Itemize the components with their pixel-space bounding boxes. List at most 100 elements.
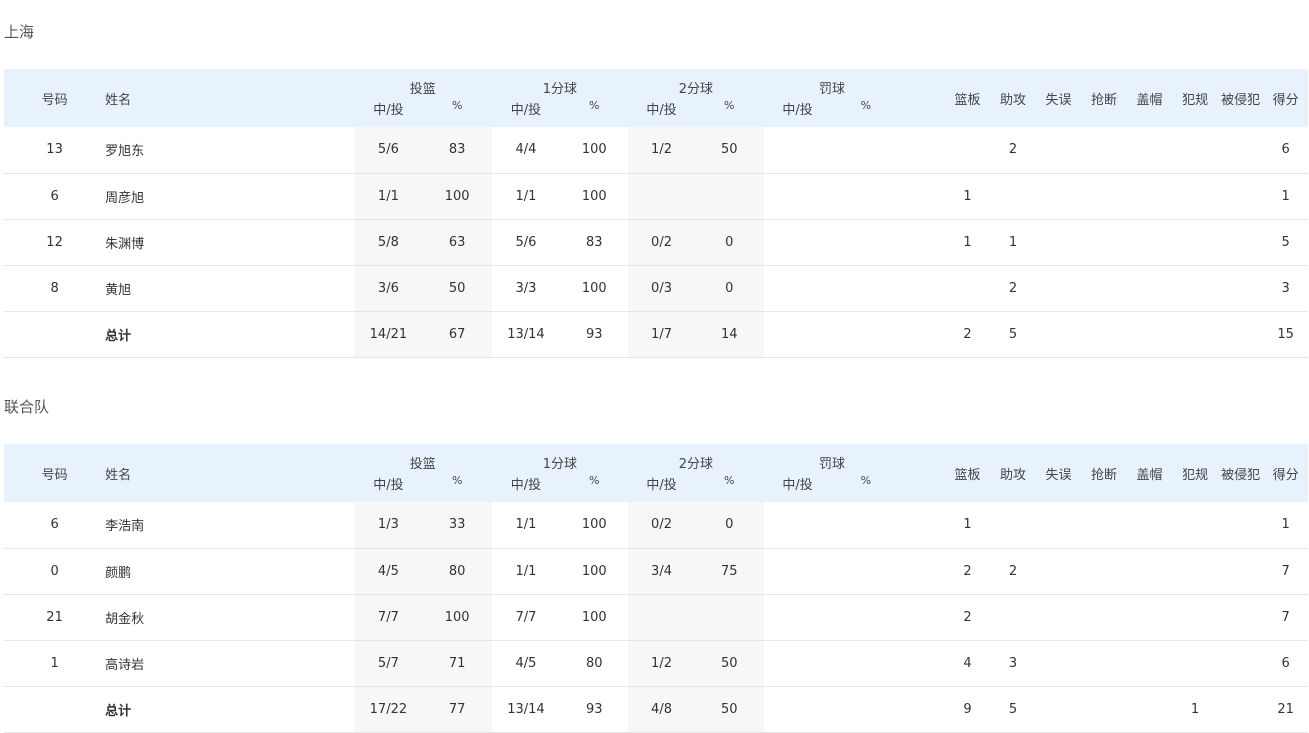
cell-two: 1/2	[628, 127, 695, 173]
total-row: 总计 17/22 77 13/14 93 4/8 50 9 5 1 21	[4, 686, 1308, 732]
player-row: 6 李浩南 1/3 33 1/1 100 0/2 0 1 1	[4, 502, 1308, 548]
header-spacer	[900, 69, 945, 127]
header-name: 姓名	[105, 467, 132, 483]
cell-tov	[1036, 173, 1082, 219]
cell-reb: 2	[963, 563, 972, 579]
cell-one-pct: 83	[585, 234, 603, 250]
cell-pts: 6	[1281, 655, 1290, 671]
header-percentage: %	[724, 474, 735, 487]
cell-stl	[1081, 311, 1127, 357]
cell-ft	[764, 502, 832, 548]
cell-pts: 21	[1277, 701, 1294, 717]
header-assists: 助攻	[1000, 467, 1027, 483]
cell-ft	[764, 686, 832, 732]
cell-two: 3/4	[628, 548, 695, 594]
cell-pts: 1	[1281, 188, 1290, 204]
header-one-pointers: 1分球	[542, 457, 577, 472]
cell-one-pct: 100	[581, 142, 607, 158]
header-free-throws: 罚球	[818, 82, 845, 97]
cell-one-pct: 80	[585, 655, 603, 671]
cell-pf	[1172, 127, 1218, 173]
header-points: 得分	[1272, 467, 1299, 483]
cell-fg: 1/3	[354, 502, 423, 548]
cell-reb: 1	[963, 517, 972, 533]
cell-pf	[1172, 265, 1218, 311]
header-made-attempted: 中/投	[782, 103, 813, 118]
cell-ft-pct	[831, 640, 900, 686]
cell-fg-pct: 33	[422, 502, 492, 548]
cell-one: 5/6	[515, 234, 537, 250]
header-fouled: 被侵犯	[1221, 467, 1261, 483]
player-row: 12 朱渊博 5/8 63 5/6 83 0/2 0 1 1 5	[4, 219, 1308, 265]
cell-reb	[945, 127, 991, 173]
cell-ft	[764, 594, 832, 640]
spacer-cell	[900, 686, 945, 732]
header-steals: 抢断	[1091, 92, 1118, 108]
cell-name: 李浩南	[105, 519, 145, 535]
cell-pf	[1172, 219, 1218, 265]
cell-two: 0/2	[628, 502, 695, 548]
cell-fg-pct: 50	[422, 265, 492, 311]
cell-pts: 6	[1281, 142, 1290, 158]
header-turnovers: 失误	[1045, 467, 1072, 483]
cell-fg: 1/1	[354, 173, 423, 219]
header-rebounds: 篮板	[954, 92, 981, 108]
cell-blk	[1127, 219, 1173, 265]
cell-two: 0/3	[628, 265, 695, 311]
cell-ft	[764, 640, 832, 686]
cell-ast	[990, 173, 1036, 219]
cell-blk	[1127, 686, 1173, 732]
cell-ast: 2	[1008, 142, 1018, 158]
cell-ast: 2	[1008, 563, 1018, 579]
cell-one: 4/5	[515, 655, 537, 671]
cell-pts: 7	[1281, 563, 1290, 579]
cell-one: 1/1	[515, 517, 537, 533]
cell-fg: 5/8	[354, 219, 423, 265]
cell-fg-pct: 71	[422, 640, 492, 686]
cell-fd	[1218, 594, 1264, 640]
cell-one: 13/14	[507, 326, 545, 342]
cell-one: 1/1	[515, 188, 537, 204]
cell-pts: 3	[1281, 280, 1290, 296]
header-field-goals: 投篮	[409, 457, 436, 472]
cell-fg-pct: 100	[422, 173, 492, 219]
player-row: 1 高诗岩 5/7 71 4/5 80 1/2 50 4 3 6	[4, 640, 1308, 686]
header-points: 得分	[1272, 92, 1299, 108]
cell-fg: 3/6	[354, 265, 423, 311]
cell-pf	[1172, 548, 1218, 594]
spacer-cell	[900, 502, 945, 548]
header-percentage: %	[451, 99, 463, 112]
cell-tov	[1036, 127, 1082, 173]
header-spacer	[900, 444, 945, 502]
cell-two-pct: 0	[694, 502, 764, 548]
cell-blk	[1127, 548, 1173, 594]
cell-fd	[1218, 311, 1264, 357]
spacer-cell	[900, 127, 945, 173]
header-blocks: 盖帽	[1136, 467, 1163, 483]
cell-ft-pct	[831, 219, 900, 265]
cell-tov	[1036, 594, 1082, 640]
cell-tov	[1036, 640, 1082, 686]
cell-two	[628, 173, 695, 219]
cell-number	[4, 686, 105, 732]
cell-one-pct: 100	[581, 563, 607, 579]
header-percentage: %	[724, 99, 735, 112]
cell-tov	[1036, 502, 1082, 548]
header-rebounds: 篮板	[954, 467, 981, 483]
cell-pts: 1	[1281, 517, 1290, 533]
cell-ft	[764, 219, 832, 265]
cell-ft-pct	[831, 594, 900, 640]
header-fouled: 被侵犯	[1221, 92, 1261, 108]
cell-blk	[1127, 594, 1173, 640]
cell-name: 朱渊博	[105, 236, 145, 252]
cell-fd	[1218, 127, 1264, 173]
header-made-attempted: 中/投	[373, 478, 404, 493]
cell-ft-pct	[831, 686, 900, 732]
player-row: 0 颜鹏 4/5 80 1/1 100 3/4 75 2 2 7	[4, 548, 1308, 594]
cell-blk	[1127, 502, 1173, 548]
cell-pf	[1172, 594, 1218, 640]
cell-ft	[764, 127, 832, 173]
cell-two: 1/2	[628, 640, 695, 686]
header-name: 姓名	[105, 92, 132, 108]
cell-one-pct: 100	[581, 609, 607, 625]
